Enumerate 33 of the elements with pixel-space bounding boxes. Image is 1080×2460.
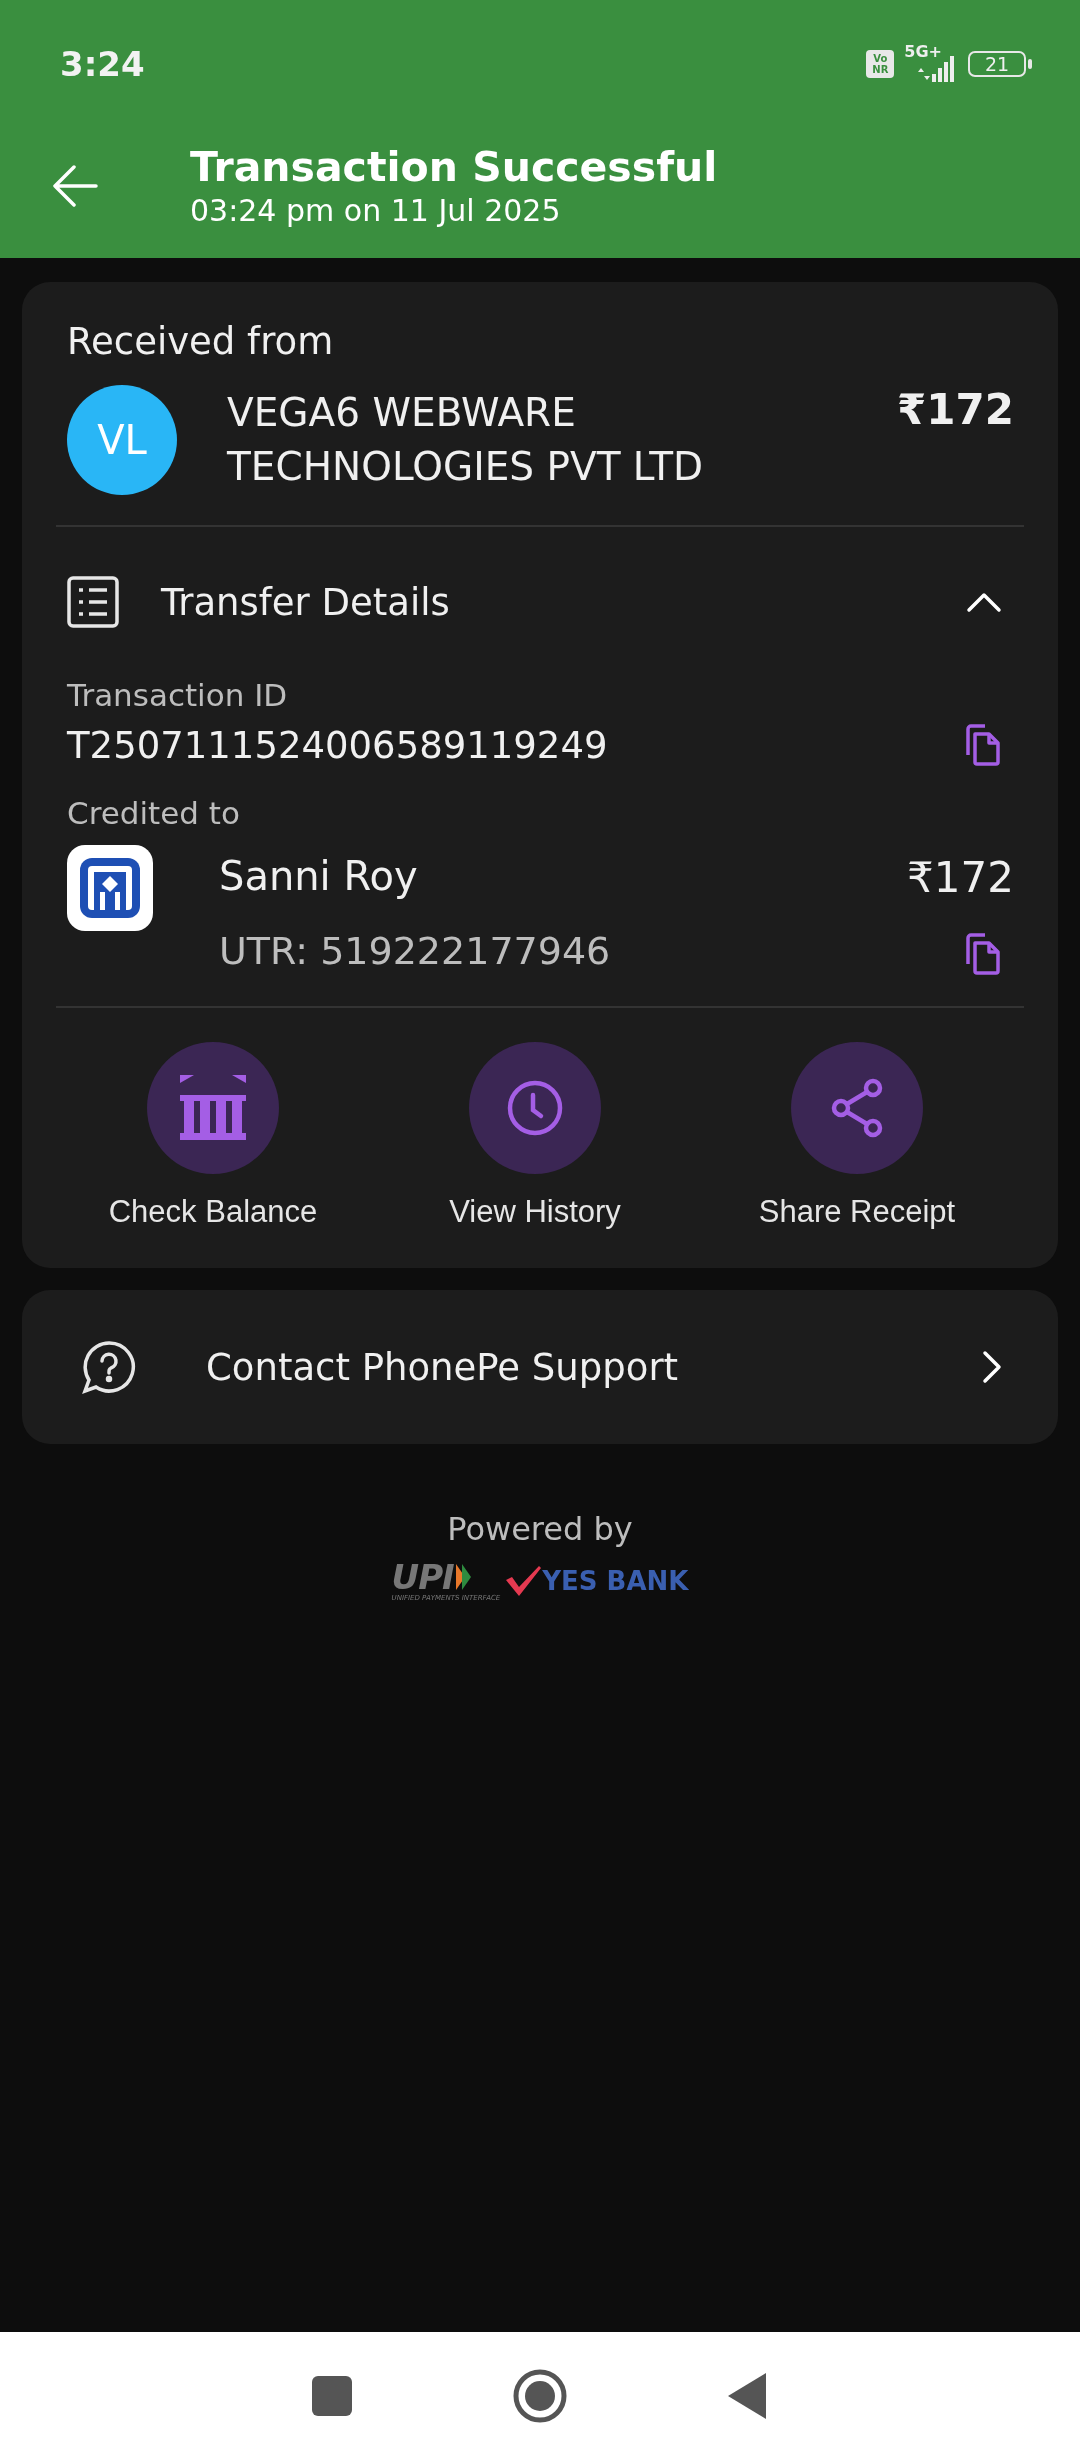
vonr-badge: Vo NR	[866, 50, 895, 78]
recipient-name: Sanni Roy	[219, 853, 419, 899]
action-button[interactable]: Check Balance	[52, 1042, 374, 1230]
amount: ₹172	[897, 385, 1014, 434]
credited-to-label: Credited to	[67, 795, 241, 831]
powered-by-label: Powered by	[447, 1510, 633, 1548]
back-button[interactable]	[52, 165, 98, 207]
payer-name: VEGA6 WEBWARE TECHNOLOGIES PVT LTD	[227, 389, 705, 491]
bank-icon	[178, 1075, 248, 1141]
battery-indicator: 21	[968, 51, 1026, 77]
network-type: 5G+	[904, 42, 942, 61]
status-time: 3:24	[60, 44, 145, 84]
action-button[interactable]: Share Receipt	[696, 1042, 1018, 1230]
support-button[interactable]: Contact PhonePe Support	[22, 1290, 1058, 1444]
transaction-id: T2507111524006589119249	[67, 723, 608, 767]
transaction-id-label: Transaction ID	[67, 677, 289, 713]
clock-icon	[507, 1080, 563, 1136]
help-icon	[82, 1340, 136, 1394]
action-button[interactable]: View History	[374, 1042, 696, 1230]
yes-bank-logo: YES BANK	[506, 1566, 689, 1596]
list-icon	[67, 576, 119, 628]
transfer-details-title: Transfer Details	[161, 580, 450, 624]
avatar: VL	[67, 385, 177, 495]
home-button[interactable]	[512, 2368, 568, 2424]
page-title: Transaction Successful	[190, 142, 718, 192]
chevron-right-icon	[982, 1350, 1002, 1384]
credited-amount: ₹172	[907, 853, 1014, 902]
received-from-label: Received from	[67, 320, 335, 363]
transaction-time: 03:24 pm on 11 Jul 2025	[190, 192, 562, 230]
chevron-up-icon[interactable]	[966, 591, 1002, 613]
utr-number: UTR: 519222177946	[219, 929, 611, 973]
back-nav-button[interactable]	[728, 2373, 768, 2419]
share-icon	[830, 1078, 884, 1138]
